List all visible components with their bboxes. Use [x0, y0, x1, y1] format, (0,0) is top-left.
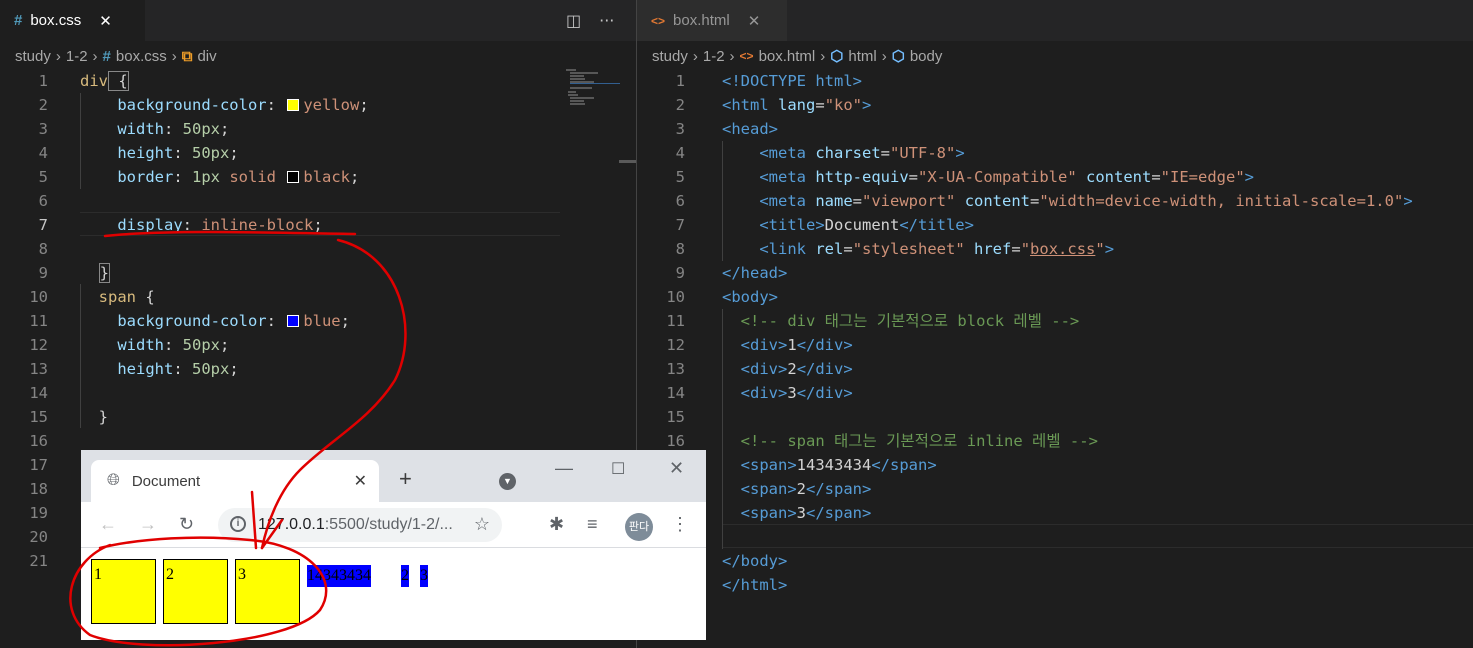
bookmark-star-icon[interactable]: ☆ — [474, 514, 490, 535]
color-swatch[interactable] — [287, 171, 300, 183]
breadcrumb-symbol-html[interactable]: html — [848, 48, 876, 65]
globe-icon: 🌐︎ — [107, 472, 120, 489]
new-tab-button[interactable]: + — [399, 466, 412, 492]
tab-box-html[interactable]: <> box.html ✕ — [637, 0, 787, 41]
rendered-div-box: 1 — [91, 559, 156, 624]
browser-tab[interactable]: 🌐︎ Document ✕ — [91, 460, 379, 502]
editor-actions: ◫ ··· — [566, 0, 614, 41]
more-actions-icon[interactable]: ··· — [599, 11, 614, 30]
browser-viewport: 1 2 3 14343434 2 3 — [81, 549, 706, 640]
back-arrow-icon[interactable]: ← — [99, 514, 117, 535]
breadcrumb-folder[interactable]: study — [15, 48, 51, 65]
current-line-highlight — [722, 524, 1473, 548]
breadcrumb-symbol[interactable]: div — [197, 48, 216, 65]
chevron-right-icon: › — [820, 47, 826, 65]
rendered-div-box: 2 — [163, 559, 228, 624]
chevron-right-icon: › — [171, 47, 177, 65]
breadcrumb-subfolder[interactable]: 1-2 — [703, 48, 725, 65]
breadcrumb: study › 1-2 › <> box.html › ⬡ html › ⬡ b… — [637, 44, 942, 68]
extensions-puzzle-icon[interactable]: ✱ — [549, 514, 564, 535]
breadcrumb-folder[interactable]: study — [652, 48, 688, 65]
address-bar[interactable]: i 127.0.0.1:5500/study/1-2/... ☆ — [218, 508, 502, 542]
css-file-icon: # — [14, 12, 23, 29]
browser-toolbar: ← → ↻ i 127.0.0.1:5500/study/1-2/... ☆ ✱… — [81, 502, 706, 548]
maximize-icon[interactable]: ☐ — [611, 459, 625, 479]
menu-dots-icon[interactable]: ⋮ — [671, 514, 689, 535]
minimize-icon[interactable]: — — [555, 458, 573, 479]
tab-label: box.css — [30, 12, 82, 29]
split-editor-icon[interactable]: ◫ — [566, 11, 581, 30]
chevron-right-icon: › — [881, 47, 887, 65]
reload-icon[interactable]: ↻ — [179, 514, 194, 535]
chevron-right-icon: › — [55, 47, 61, 65]
close-tab-icon[interactable]: ✕ — [354, 471, 367, 491]
close-icon[interactable]: ✕ — [99, 12, 112, 30]
close-icon[interactable]: ✕ — [748, 12, 761, 30]
editor-tab-bar: # box.css ✕ ◫ ··· — [0, 0, 636, 41]
breadcrumb-file[interactable]: box.html — [759, 48, 816, 65]
minimap[interactable] — [562, 69, 620, 109]
rendered-span: 14343434 — [307, 565, 371, 587]
symbol-class-icon: ⧉ — [181, 47, 193, 65]
html-editor-pane: <> box.html ✕ study › 1-2 › <> box.html … — [637, 0, 1473, 648]
rendered-div-box: 3 — [235, 559, 300, 624]
chevron-right-icon: › — [92, 47, 98, 65]
forward-arrow-icon[interactable]: → — [139, 514, 157, 535]
browser-title-bar: 🌐︎ Document ✕ + ▼ — ☐ ✕ — [81, 450, 706, 502]
profile-avatar[interactable]: 판다 — [625, 513, 653, 541]
element-icon: ⬡ — [830, 48, 844, 65]
rendered-span: 2 — [401, 565, 409, 587]
css-file-icon: # — [102, 47, 111, 65]
breadcrumb-file[interactable]: box.css — [116, 48, 167, 65]
scrollbar[interactable] — [619, 160, 636, 163]
url-text: 127.0.0.1:5500/study/1-2/... — [258, 516, 453, 533]
tab-search-icon[interactable]: ▼ — [499, 473, 516, 490]
editor-tab-bar: <> box.html ✕ — [637, 0, 1473, 41]
chevron-right-icon: › — [692, 47, 698, 65]
breadcrumb-subfolder[interactable]: 1-2 — [66, 48, 88, 65]
color-swatch[interactable] — [287, 99, 300, 111]
media-control-icon[interactable]: ≡ — [587, 514, 598, 535]
tab-label: box.html — [673, 12, 730, 29]
stylesheet-link[interactable]: box.css — [1030, 240, 1095, 258]
browser-window: 🌐︎ Document ✕ + ▼ — ☐ ✕ ← → ↻ i 127.0.0.… — [81, 450, 706, 640]
browser-tab-title: Document — [131, 472, 201, 490]
color-swatch[interactable] — [287, 315, 300, 327]
window-close-icon[interactable]: ✕ — [669, 458, 684, 479]
tab-box-css[interactable]: # box.css ✕ — [0, 0, 145, 41]
info-icon[interactable]: i — [230, 516, 246, 532]
rendered-span: 3 — [420, 565, 428, 587]
element-icon: ⬡ — [891, 48, 905, 65]
html-file-icon: <> — [651, 13, 666, 28]
html-file-icon: <> — [739, 49, 754, 63]
breadcrumb-symbol-body[interactable]: body — [910, 48, 943, 65]
chevron-right-icon: › — [729, 47, 735, 65]
breadcrumb: study › 1-2 › # box.css › ⧉ div — [0, 44, 217, 68]
